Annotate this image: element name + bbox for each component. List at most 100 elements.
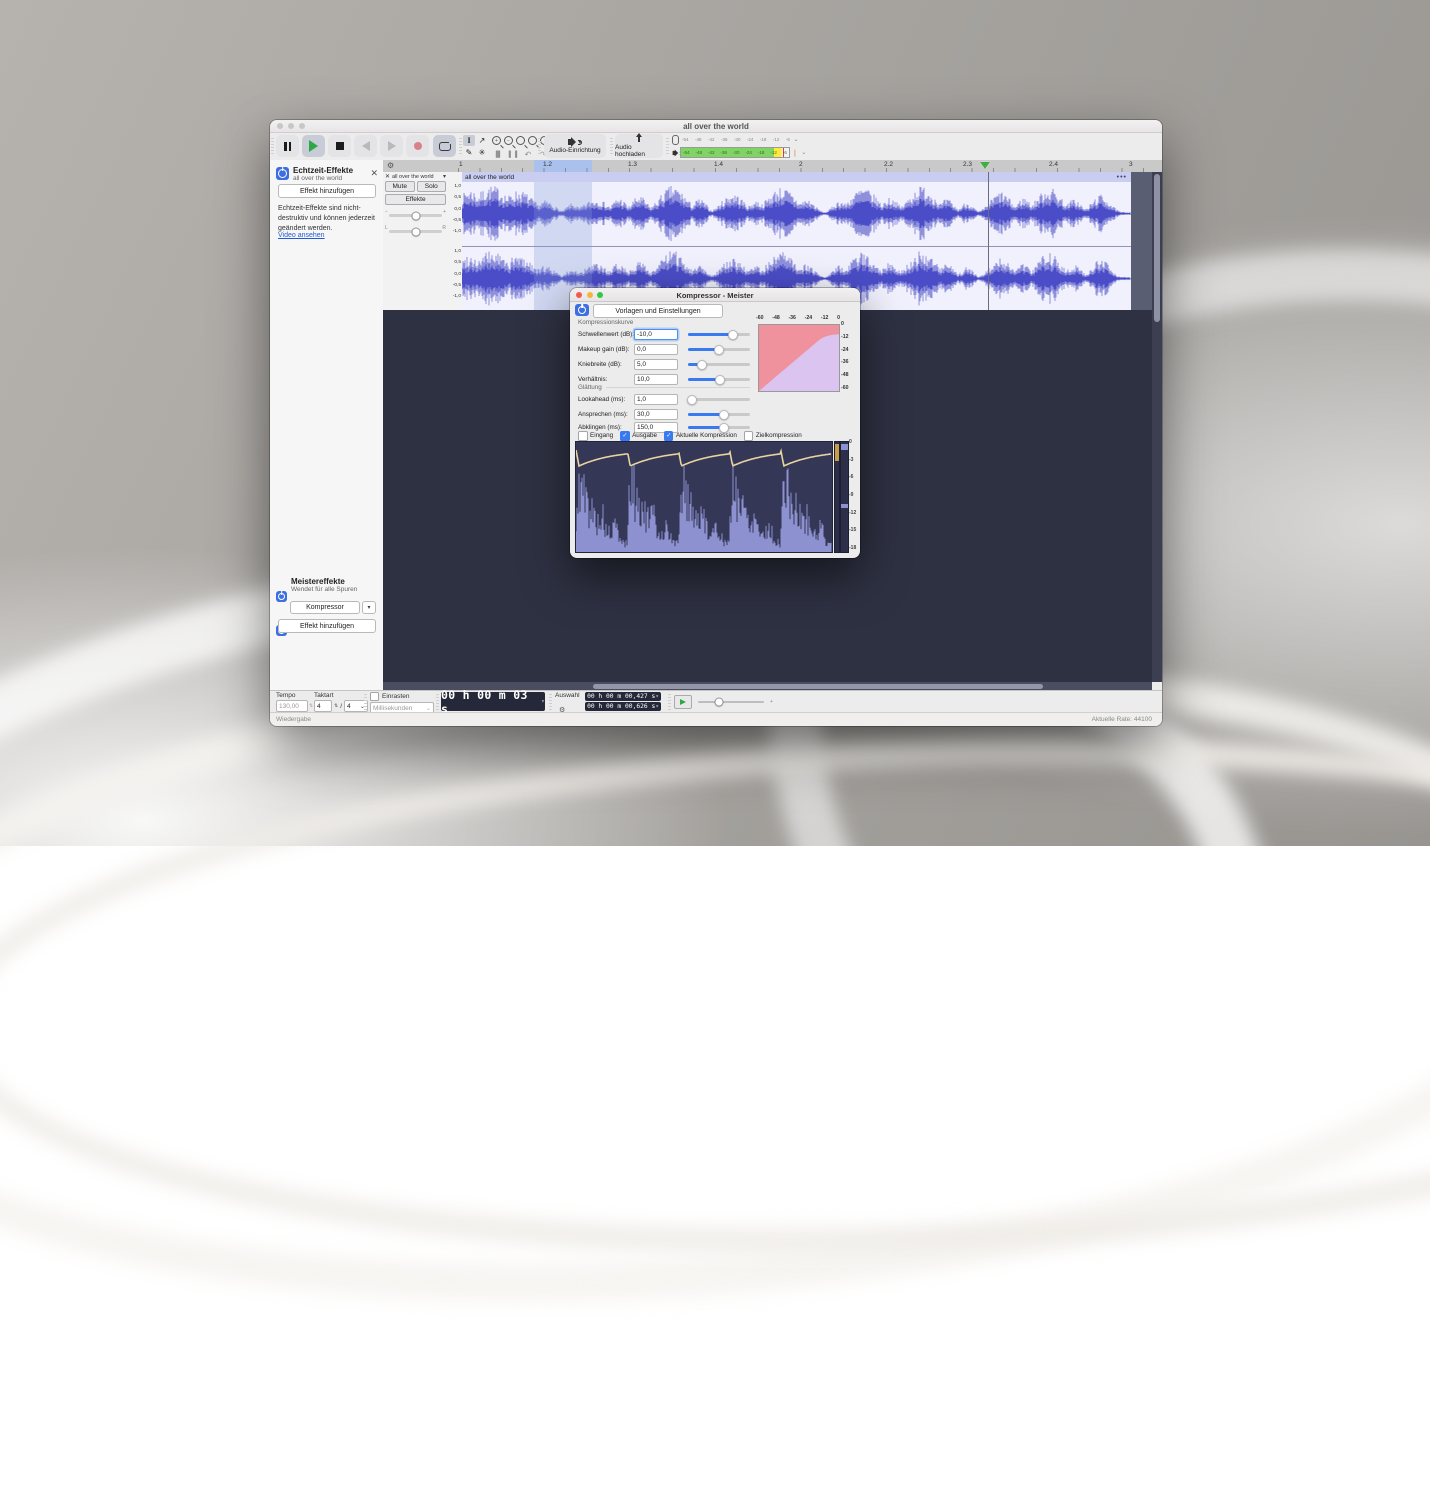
- selection-tool-button[interactable]: I: [463, 135, 475, 146]
- record-button[interactable]: [406, 135, 429, 157]
- display-checkboxes: ✓Eingang ✓Ausgabe ✓Aktuelle Kompression …: [578, 431, 802, 441]
- makeup-slider[interactable]: [688, 348, 750, 351]
- window-titlebar[interactable]: all over the world: [270, 120, 1162, 133]
- tempo-field[interactable]: 130,00: [276, 700, 308, 712]
- record-meter[interactable]: -54-48-42-36-30-24-18-12-6 ⌄: [672, 134, 802, 145]
- timeline-label: 2.4: [1049, 161, 1058, 168]
- dialog-power-icon[interactable]: [575, 304, 589, 316]
- lookahead-input[interactable]: [634, 394, 678, 405]
- attack-slider[interactable]: [688, 413, 750, 416]
- solo-button[interactable]: Solo: [417, 181, 447, 192]
- envelope-tool-button[interactable]: ↗: [476, 135, 488, 146]
- timeline-label: 1.3: [628, 161, 637, 168]
- attack-input[interactable]: [634, 409, 678, 420]
- record-icon: [414, 142, 422, 150]
- track-name[interactable]: all over the world: [392, 174, 441, 180]
- input-checkbox[interactable]: ✓Eingang: [578, 431, 613, 441]
- play-at-speed-button[interactable]: [674, 695, 692, 709]
- timesig-upper-field[interactable]: 4: [314, 700, 332, 712]
- smoothing-section-label: Glättung: [578, 384, 606, 391]
- toolbar-grip[interactable]: [271, 138, 274, 154]
- track-effects-button[interactable]: Effekte: [385, 194, 446, 205]
- play-button[interactable]: [302, 135, 325, 157]
- knee-input[interactable]: [634, 359, 678, 370]
- effects-panel-title: Echtzeit-Effekte: [293, 166, 353, 175]
- zoom-in-icon[interactable]: +: [492, 136, 501, 145]
- toolbar-grip[interactable]: [668, 694, 671, 710]
- master-effect-button[interactable]: Kompressor: [290, 601, 360, 614]
- track-close-icon[interactable]: ✕: [385, 173, 390, 180]
- meter-options-icon[interactable]: ⌄: [790, 134, 802, 145]
- loop-button[interactable]: [433, 135, 456, 157]
- draw-tool-button[interactable]: ✎: [463, 147, 475, 158]
- meter-options-icon[interactable]: ⌄: [798, 147, 810, 158]
- effect-menu-button[interactable]: ▾: [362, 601, 376, 614]
- makeup-input[interactable]: [634, 344, 678, 355]
- power-icon[interactable]: [276, 167, 289, 180]
- clip-menu-icon[interactable]: •••: [1117, 174, 1127, 181]
- output-tick: [841, 504, 848, 508]
- skip-to-end-button[interactable]: [380, 135, 403, 157]
- selection-end-field[interactable]: 00 h 00 m 00,626 s▾: [585, 702, 661, 711]
- multi-tool-button[interactable]: ✳: [476, 147, 488, 158]
- toolbar-grip[interactable]: [436, 694, 439, 710]
- time-display[interactable]: 00 h 00 m 03 s▾: [441, 692, 545, 711]
- toolbar-grip[interactable]: [364, 694, 367, 710]
- add-master-effect-button[interactable]: Effekt hinzufügen: [278, 619, 376, 633]
- play-speed-slider[interactable]: [698, 701, 764, 704]
- compression-level: [835, 444, 839, 461]
- playback-meter[interactable]: -54-48-42-36-30-24-18-12-6 ❘ ⌄: [672, 147, 810, 158]
- ratio-input[interactable]: [634, 374, 678, 385]
- pan-slider[interactable]: LR: [389, 230, 442, 233]
- snap-checkbox[interactable]: [370, 692, 379, 701]
- playhead-marker-icon[interactable]: [980, 162, 990, 169]
- share-audio-button[interactable]: Audio hochladen: [615, 134, 663, 158]
- master-panel-subtitle: Wendet für alle Spuren: [291, 586, 357, 593]
- selection-start-field[interactable]: 00 h 00 m 00,427 s▾: [585, 692, 661, 701]
- release-slider[interactable]: [688, 426, 750, 429]
- add-effect-button[interactable]: Effekt hinzufügen: [278, 184, 376, 198]
- vertical-scrollbar-thumb[interactable]: [1154, 174, 1160, 322]
- knee-slider[interactable]: [688, 363, 750, 366]
- audio-setup-button[interactable]: ▾ Audio-Einrichtung: [544, 134, 606, 158]
- toolbar-grip[interactable]: [538, 138, 541, 154]
- stepper-icon[interactable]: ⇅: [334, 703, 338, 709]
- toolbar-grip[interactable]: [610, 138, 613, 154]
- trim-audio-icon[interactable]: ▐▌: [492, 149, 504, 160]
- video-link[interactable]: Video ansehen: [278, 232, 325, 239]
- timeline-options-gear-icon[interactable]: ⚙: [387, 161, 394, 170]
- track-control-panel[interactable]: ✕ all over the world ▾ Mute Solo Effekte…: [383, 172, 449, 311]
- toolbar-grip[interactable]: [549, 694, 552, 710]
- dialog-titlebar[interactable]: Kompressor - Meister: [570, 288, 860, 302]
- actual-compression-checkbox[interactable]: ✓Aktuelle Kompression: [664, 431, 737, 441]
- pause-button[interactable]: [276, 135, 299, 157]
- mute-button[interactable]: Mute: [385, 181, 415, 192]
- toolbar-grip[interactable]: [459, 138, 462, 154]
- ratio-slider[interactable]: [688, 378, 750, 381]
- threshold-input[interactable]: [634, 329, 678, 340]
- chevron-down-icon[interactable]: ▾: [443, 173, 446, 180]
- toolbar-grip[interactable]: [666, 138, 669, 154]
- lookahead-slider[interactable]: [688, 398, 750, 401]
- selection-label: Auswahl: [555, 692, 580, 699]
- stop-button[interactable]: [328, 135, 351, 157]
- presets-button[interactable]: Vorlagen und Einstellungen: [593, 304, 723, 318]
- horizontal-scrollbar-thumb[interactable]: [593, 684, 1043, 689]
- microphone-icon: [672, 135, 679, 145]
- stepper-icon[interactable]: ⇅: [309, 703, 313, 709]
- zoom-fit-icon[interactable]: [528, 136, 537, 145]
- main-toolbar: I ↗ ✎ ✳ + − ▐▌ ▌▐ ↶ ↷ ▾ Audio-Einrichtun…: [270, 133, 1162, 161]
- threshold-slider[interactable]: [688, 333, 750, 336]
- skip-to-start-button[interactable]: [354, 135, 377, 157]
- target-compression-checkbox[interactable]: ✓Zielkompression: [744, 431, 802, 441]
- close-icon[interactable]: ✕: [370, 168, 378, 179]
- vertical-scale-ruler[interactable]: 1,00,50,0-0,5-1,0 1,00,50,0-0,5-1,0: [448, 172, 463, 311]
- undo-icon[interactable]: ↶: [522, 149, 534, 160]
- output-checkbox[interactable]: ✓Ausgabe: [620, 431, 657, 441]
- zoom-out-icon[interactable]: −: [504, 136, 513, 145]
- power-icon[interactable]: [276, 591, 287, 602]
- vertical-scrollbar[interactable]: [1152, 172, 1162, 682]
- silence-audio-icon[interactable]: ▌▐: [507, 149, 519, 160]
- zoom-selection-icon[interactable]: [516, 136, 525, 145]
- gain-slider[interactable]: −+: [389, 214, 442, 217]
